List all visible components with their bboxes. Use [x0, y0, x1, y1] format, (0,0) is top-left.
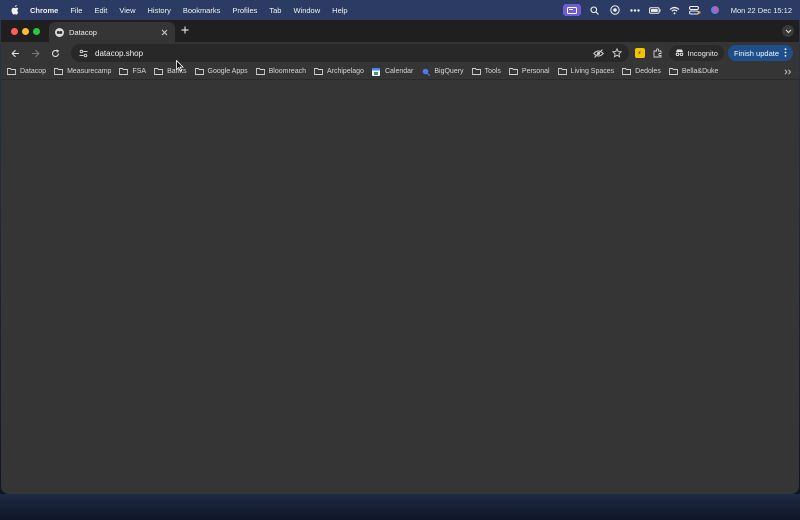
bookmarks-bar: Datacop Measurecamp FSA Banks Google Apps Blo…: [1, 64, 799, 80]
bookmark-label: BigQuery: [434, 68, 464, 75]
calendar-icon: [372, 67, 381, 76]
page-content-area[interactable]: [1, 84, 799, 494]
minimize-window-button[interactable]: [22, 28, 29, 35]
forward-button[interactable]: [27, 45, 43, 61]
menu-edit[interactable]: Edit: [94, 6, 107, 15]
url-text[interactable]: datacop.shop: [95, 49, 587, 58]
folder-icon: [668, 68, 678, 76]
screen-record-icon[interactable]: [562, 4, 581, 16]
folder-icon: [314, 68, 323, 76]
macos-menu-bar: Chrome File Edit View History Bookmarks …: [0, 0, 800, 20]
menubar-clock[interactable]: Mon 22 Dec 15:12: [731, 6, 792, 15]
menu-history[interactable]: History: [148, 6, 171, 15]
bookmark-item[interactable]: BigQuery: [421, 68, 464, 76]
menu-profiles[interactable]: Profiles: [232, 6, 257, 15]
bookmark-label: Google Apps: [207, 68, 248, 75]
bookmark-item[interactable]: Bloomreach: [255, 68, 306, 76]
siri-icon[interactable]: [709, 5, 721, 15]
close-window-button[interactable]: [11, 28, 18, 35]
bookmark-label: Personal: [521, 68, 550, 75]
folder-icon: [119, 68, 129, 76]
bookmark-label: Bloomreach: [268, 68, 306, 75]
address-bar[interactable]: datacop.shop: [71, 44, 629, 62]
bookmark-item[interactable]: Archipelago: [314, 68, 364, 76]
menu-view[interactable]: View: [119, 6, 135, 15]
eye-off-icon[interactable]: [593, 47, 605, 59]
mouse-cursor-icon: [176, 59, 184, 72]
bookmark-item[interactable]: Tools: [471, 68, 501, 76]
bigquery-icon: [421, 68, 430, 76]
bookmark-item[interactable]: Personal: [508, 68, 550, 76]
browser-window: Datacop datacop.shop ⚡ Incognito Finish …: [1, 20, 799, 494]
bookmark-label: Living Spaces: [570, 68, 615, 75]
incognito-icon: [675, 49, 684, 58]
bookmark-item[interactable]: Living Spaces: [557, 68, 615, 76]
tab-strip: Datacop: [1, 20, 799, 42]
bookmark-label: Archipelago: [326, 68, 364, 75]
focus-mode-icon[interactable]: [609, 5, 621, 15]
folder-icon: [471, 68, 481, 76]
bookmark-item[interactable]: Bella&Duke: [668, 68, 719, 76]
menu-window[interactable]: Window: [293, 6, 320, 15]
bookmark-label: Tools: [484, 68, 501, 75]
kebab-menu-icon[interactable]: [784, 47, 787, 59]
zoom-window-button[interactable]: [33, 28, 40, 35]
browser-toolbar: datacop.shop ⚡ Incognito Finish update: [1, 42, 799, 64]
back-button[interactable]: [7, 45, 23, 61]
menu-help[interactable]: Help: [332, 6, 347, 15]
extension-yellow-icon[interactable]: ⚡: [633, 46, 647, 60]
bookmark-item[interactable]: Datacop: [7, 68, 46, 76]
battery-icon[interactable]: [648, 5, 661, 15]
bookmark-label: Calendar: [384, 68, 414, 75]
folder-icon: [508, 68, 518, 76]
folder-icon: [194, 68, 204, 76]
bookmark-star-icon[interactable]: [611, 47, 623, 59]
folder-icon: [54, 68, 64, 76]
bookmark-item[interactable]: Measurecamp: [54, 68, 111, 76]
finish-update-button[interactable]: Finish update: [727, 45, 793, 61]
tab-title: Datacop: [69, 27, 97, 37]
folder-icon: [622, 68, 632, 76]
menu-tab[interactable]: Tab: [269, 6, 281, 15]
menu-file[interactable]: File: [70, 6, 82, 15]
site-settings-icon[interactable]: [77, 47, 89, 59]
incognito-label: Incognito: [687, 48, 718, 58]
folder-icon: [255, 68, 265, 76]
control-center-icon[interactable]: [688, 5, 701, 15]
bookmark-label: FSA: [132, 68, 147, 75]
apple-menu-icon[interactable]: [8, 4, 20, 16]
tab-search-button[interactable]: [782, 25, 794, 37]
finish-update-label: Finish update: [733, 48, 779, 58]
bookmark-item[interactable]: FSA: [119, 68, 146, 76]
bookmark-label: Measurecamp: [67, 68, 112, 75]
status-area: Mon 22 Dec 15:12: [562, 4, 792, 16]
bookmarks-overflow-chevron-icon[interactable]: [783, 67, 793, 77]
extensions-puzzle-icon[interactable]: [651, 46, 665, 60]
window-controls: [11, 28, 40, 35]
folder-icon: [7, 68, 16, 76]
folder-icon: [557, 68, 567, 76]
desktop-wallpaper: [0, 494, 800, 520]
more-dots-icon[interactable]: [629, 5, 641, 15]
bookmark-item[interactable]: Calendar: [372, 67, 414, 76]
reload-button[interactable]: [47, 45, 63, 61]
tab-datacop[interactable]: Datacop: [49, 22, 175, 42]
menu-app-chrome[interactable]: Chrome: [30, 6, 58, 15]
bookmark-item[interactable]: Google Apps: [194, 68, 248, 76]
tab-close-icon[interactable]: [160, 28, 169, 37]
folder-icon: [154, 68, 164, 76]
bookmark-label: Dedoles: [635, 68, 661, 75]
wifi-icon[interactable]: [669, 5, 681, 15]
new-tab-button[interactable]: [179, 24, 191, 36]
spotlight-search-icon[interactable]: [589, 5, 601, 15]
bookmark-label: Datacop: [20, 68, 47, 75]
bookmark-label: Bella&Duke: [681, 68, 719, 75]
bookmark-item[interactable]: Dedoles: [622, 68, 661, 76]
incognito-indicator[interactable]: Incognito: [668, 45, 724, 61]
menu-bookmarks[interactable]: Bookmarks: [183, 6, 221, 15]
datacop-favicon-icon: [55, 27, 64, 37]
